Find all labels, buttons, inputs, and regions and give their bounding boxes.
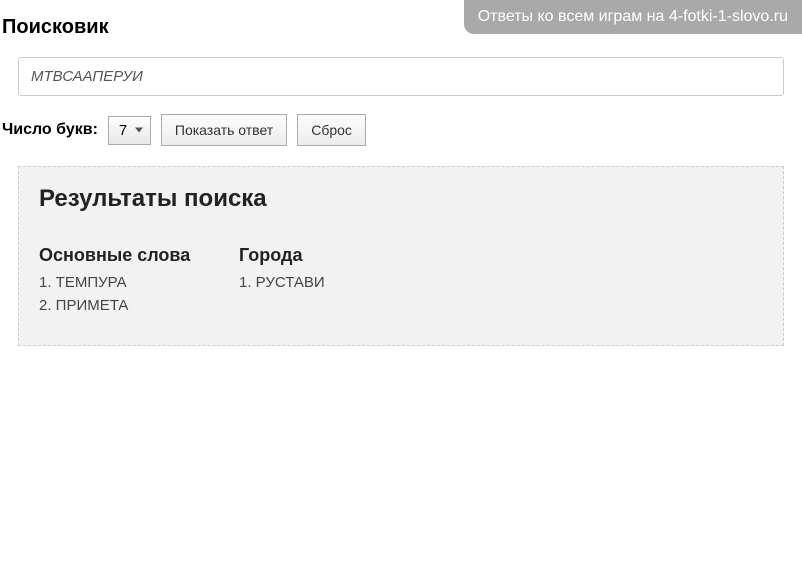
result-item: 2. ПРИМЕТА — [39, 295, 209, 318]
letters-input[interactable] — [18, 57, 784, 96]
letter-count-select-wrap: 7 — [108, 116, 151, 145]
controls-row: Число букв: 7 Показать ответ Сброс — [0, 114, 784, 146]
results-panel: Результаты поиска Основные слова 1. ТЕМП… — [18, 166, 784, 346]
show-answer-button[interactable]: Показать ответ — [161, 114, 287, 146]
letter-count-label: Число букв: — [2, 121, 98, 139]
reset-button[interactable]: Сброс — [297, 114, 366, 146]
main-content: Число букв: 7 Показать ответ Сброс Резул… — [0, 47, 802, 356]
results-column-main: Основные слова 1. ТЕМПУРА 2. ПРИМЕТА — [39, 245, 209, 317]
result-item: 1. ТЕМПУРА — [39, 272, 209, 295]
letter-count-select[interactable]: 7 — [108, 116, 151, 145]
column-heading: Основные слова — [39, 245, 209, 266]
results-columns: Основные слова 1. ТЕМПУРА 2. ПРИМЕТА Гор… — [39, 245, 763, 317]
result-item: 1. РУСТАВИ — [239, 272, 409, 295]
site-banner: Ответы ко всем играм на 4-fotki-1-slovo.… — [464, 0, 802, 34]
results-column-cities: Города 1. РУСТАВИ — [239, 245, 409, 317]
results-title: Результаты поиска — [39, 185, 763, 213]
column-heading: Города — [239, 245, 409, 266]
